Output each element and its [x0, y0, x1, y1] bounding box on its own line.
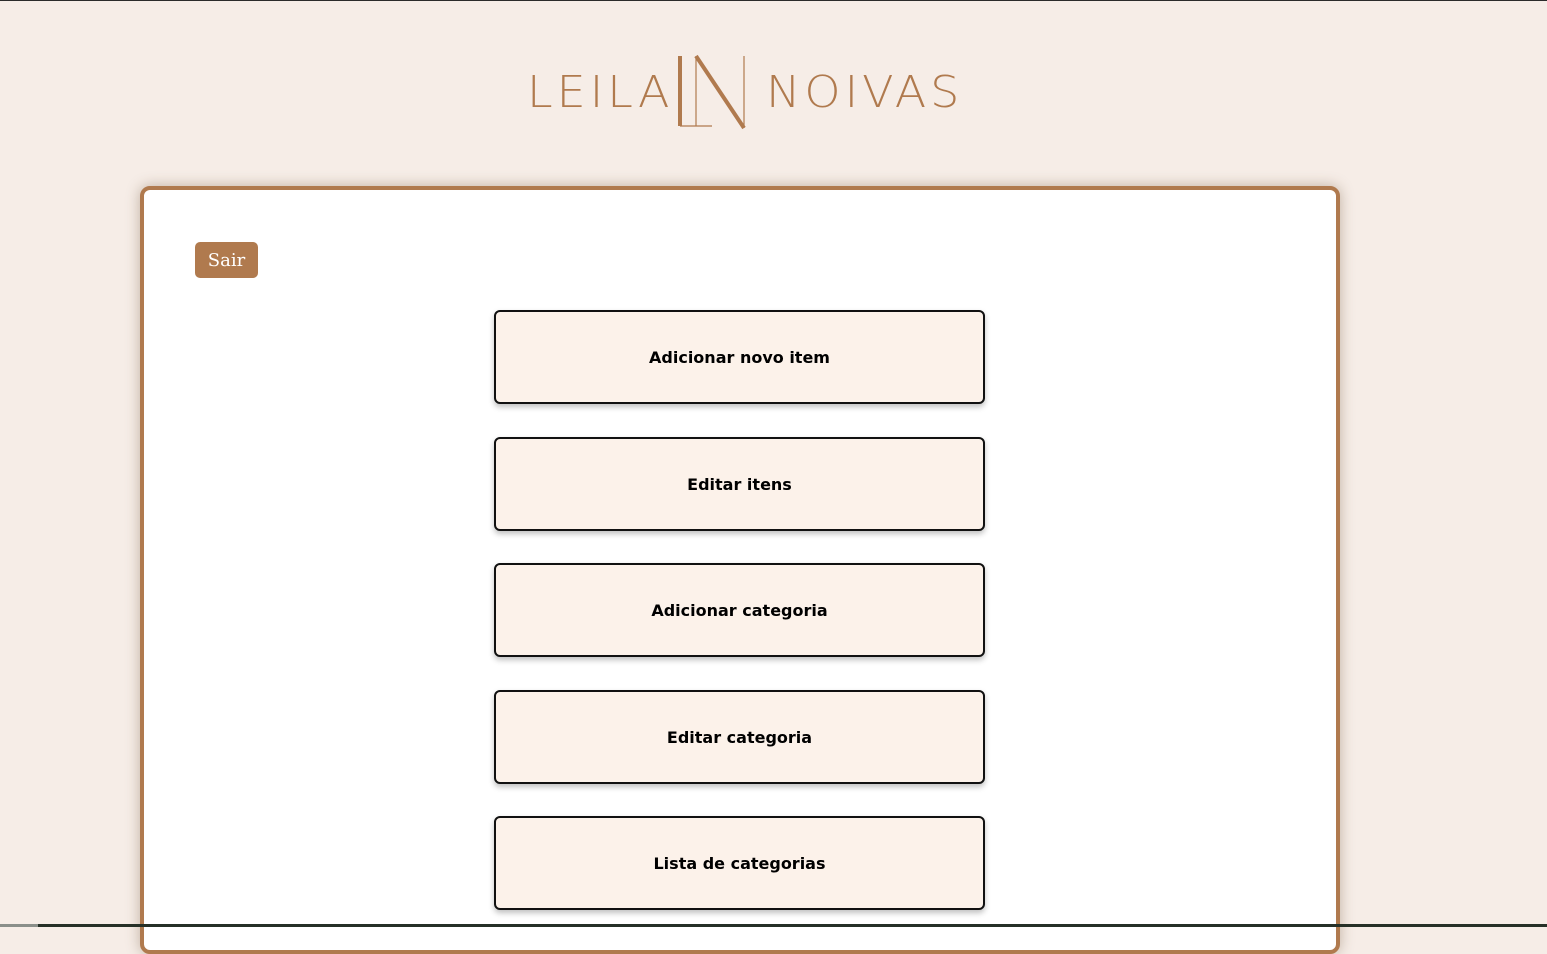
edit-items-button[interactable]: Editar itens — [494, 437, 985, 531]
logout-button[interactable]: Sair — [195, 242, 258, 278]
edit-category-button[interactable]: Editar categoria — [494, 690, 985, 784]
add-category-button[interactable]: Adicionar categoria — [494, 563, 985, 657]
logo-text-left: LEILA — [527, 66, 674, 118]
category-list-button[interactable]: Lista de categorias — [494, 816, 985, 910]
window-top-edge — [0, 0, 1547, 1]
logo-monogram-icon — [674, 52, 754, 132]
add-item-button[interactable]: Adicionar novo item — [494, 310, 985, 404]
logo-text-right: NOIVAS — [766, 66, 964, 118]
